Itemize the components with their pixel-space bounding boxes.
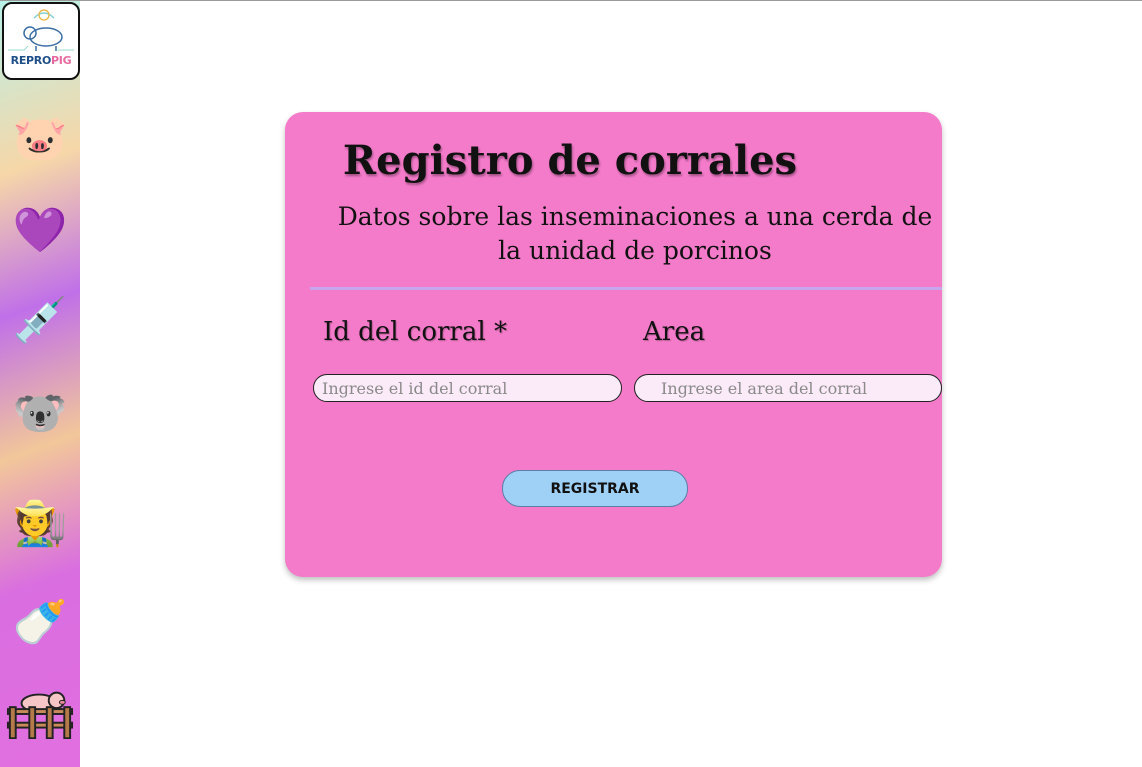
pen-registration-card: Registro de corrales Datos sobre las ins… bbox=[285, 112, 942, 577]
pen-id-label: Id del corral * bbox=[323, 317, 507, 347]
logo-text-pig: PIG bbox=[51, 54, 72, 67]
baby-bottle-icon[interactable]: 🍼 bbox=[6, 593, 74, 653]
logo-text-repro: REPRO bbox=[10, 54, 52, 67]
logo-text: REPROPIG bbox=[4, 54, 78, 67]
divider bbox=[310, 287, 942, 290]
pig-pen-graphic bbox=[6, 691, 74, 739]
pig-logo-icon bbox=[8, 9, 74, 51]
koala-icon[interactable]: 🐨 bbox=[6, 384, 74, 444]
area-label: Area bbox=[643, 317, 706, 347]
syringe-icon[interactable]: 💉 bbox=[6, 291, 74, 351]
page-title: Registro de corrales bbox=[342, 137, 798, 184]
area-input[interactable] bbox=[634, 374, 942, 402]
sidebar: REPROPIG 🐷 💜 💉 🐨 🧑‍🌾 🍼 bbox=[0, 1, 80, 767]
pen-id-input[interactable] bbox=[313, 374, 622, 402]
top-border bbox=[0, 0, 1142, 1]
register-button[interactable]: REGISTRAR bbox=[502, 470, 688, 507]
pig-pen-icon[interactable] bbox=[6, 683, 74, 743]
repropig-logo[interactable]: REPROPIG bbox=[2, 2, 80, 80]
page-subtitle: Datos sobre las inseminaciones a una cer… bbox=[337, 202, 933, 265]
pig-face-icon[interactable]: 🐷 bbox=[6, 109, 74, 169]
purple-heart-icon[interactable]: 💜 bbox=[6, 201, 74, 261]
farmer-icon[interactable]: 🧑‍🌾 bbox=[6, 494, 74, 554]
